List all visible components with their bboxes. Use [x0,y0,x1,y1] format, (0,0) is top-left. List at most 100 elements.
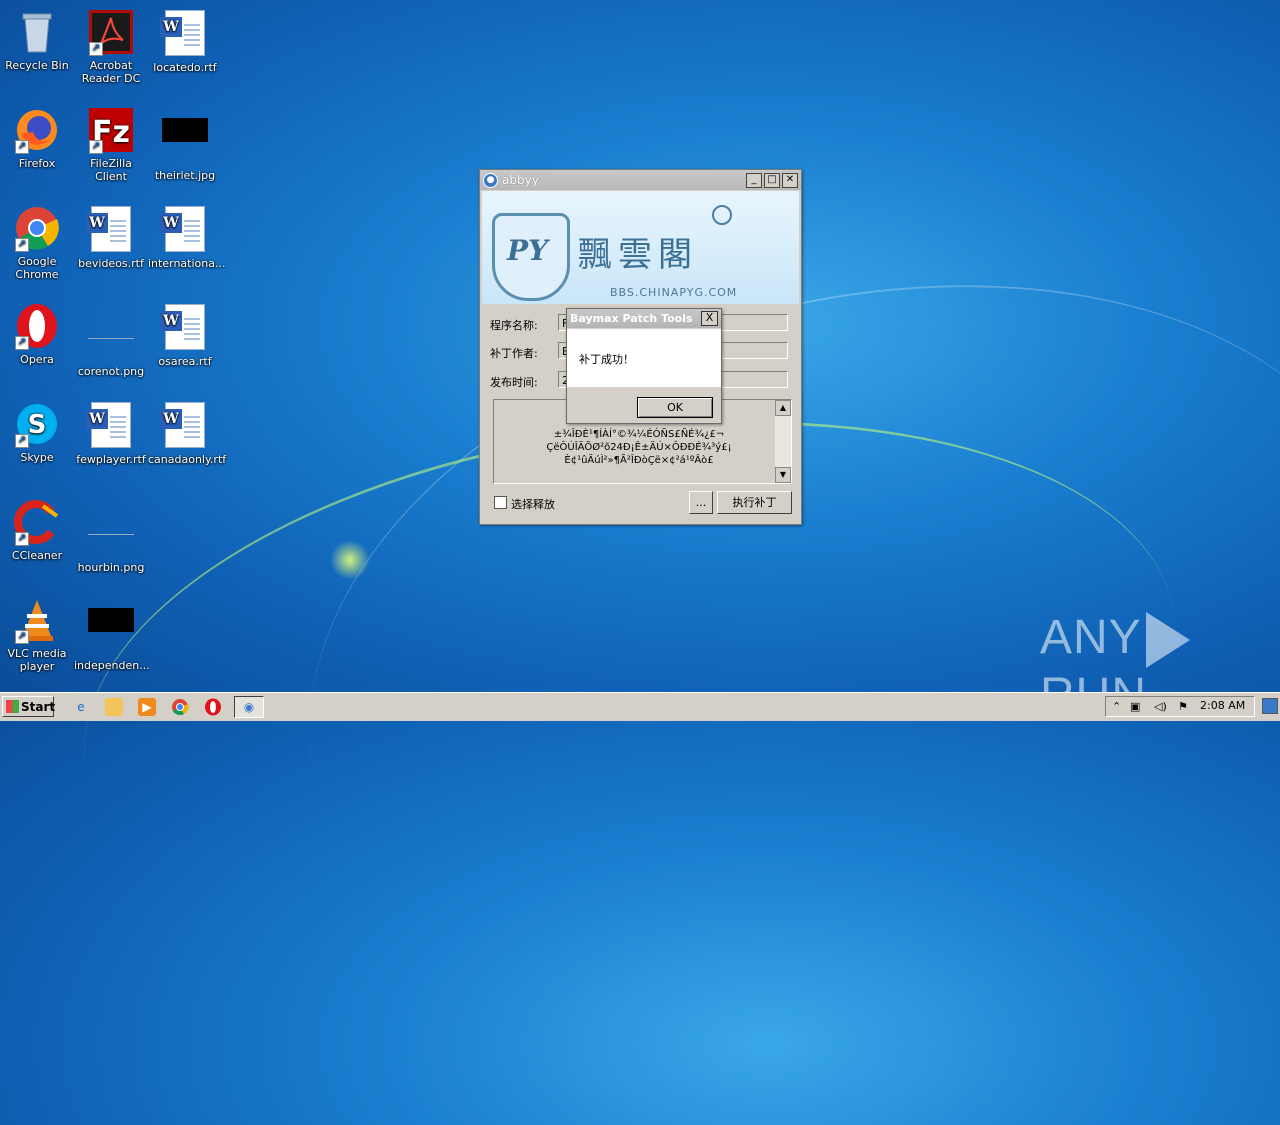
scroll-up-icon[interactable]: ▲ [775,400,791,416]
desktop-icon-label: VLC media player [7,647,67,673]
desktop-icon-label: Firefox [18,157,56,170]
filezilla-icon: Fz ↗ [87,106,135,154]
banner-image: PY 飄雲閣 BBS.CHINAPYG.COM [482,191,799,304]
show-desktop-button[interactable] [1262,698,1278,714]
desktop-icon-internationa[interactable]: W internationa... [148,204,226,270]
folder-icon[interactable] [105,698,123,716]
image-file-icon [87,510,135,558]
vertical-scrollbar[interactable]: ▲ ▼ [775,400,791,483]
execute-patch-button[interactable]: 执行补丁 [717,491,792,514]
desktop-icon-label: internationa... [148,257,226,270]
scroll-down-icon[interactable]: ▼ [775,467,791,483]
desktop-icon-corenot[interactable]: corenot.png [74,302,148,378]
desktop-icon-bevideos[interactable]: W bevideos.rtf [74,204,148,270]
shield-logo: PY [492,213,570,301]
desktop-icon-label: hourbin.png [77,561,145,574]
network-icon[interactable]: ▣ [1130,700,1140,713]
desktop-icon-label: Recycle Bin [5,59,69,72]
acrobat-icon: ↗ [87,8,135,56]
volume-icon[interactable]: ◁) [1154,700,1167,713]
maximize-button[interactable]: □ [764,172,780,188]
vlc-cone-icon: ↗ [13,596,61,644]
media-player-icon[interactable]: ▶ [138,698,156,716]
start-label: Start [21,700,56,714]
extract-checkbox[interactable] [494,496,507,509]
taskbar-clock[interactable]: 2:08 AM [1200,699,1245,712]
shortcut-arrow-icon: ↗ [15,140,29,154]
image-file-icon [87,314,135,362]
message-text: 补丁成功！ [579,353,634,366]
message-box-titlebar[interactable]: Baymax Patch Tools X [567,309,721,328]
desktop-icon-ccleaner[interactable]: ↗ CCleaner [0,498,74,562]
desktop-icon-hourbin[interactable]: hourbin.png [74,498,148,574]
desktop-icon-filezilla[interactable]: Fz ↗ FileZilla Client [74,106,148,183]
message-box: Baymax Patch Tools X 补丁成功！ OK [566,308,722,424]
banner-url: BBS.CHINAPYG.COM [610,286,738,299]
desktop-icon-vlc[interactable]: ↗ VLC media player [0,596,74,673]
shortcut-arrow-icon: ↗ [15,434,29,448]
shortcut-arrow-icon: ↗ [89,140,103,154]
desktop-icon-label: canadaonly.rtf [148,453,227,466]
desktop-icon-locatedo[interactable]: W locatedo.rtf [148,8,222,74]
desktop-icon-theirlet[interactable]: theirlet.jpg [148,106,222,182]
info-line: ±¾ÎÐÈ¹¶ÍÀÍ°©¾¼ÉÓÑS£ÑÉ¾¿£¬ [553,429,725,440]
taskbar: Start e ▶ ◉ ⌃ ▣ ◁) ⚑ [0,692,1280,721]
desktop-icon-label: Acrobat Reader DC [81,59,141,85]
word-document-icon: W [160,10,209,58]
watermark-left-text: ANY [1040,611,1142,664]
shortcut-arrow-icon: ↗ [15,630,29,644]
word-document-icon: W [86,402,135,450]
recycle-bin-icon [13,8,61,56]
desktop-icon-firefox[interactable]: ↗ Firefox [0,106,74,170]
shortcut-arrow-icon: ↗ [15,336,29,350]
wallpaper-glow [330,540,370,580]
window-titlebar[interactable]: ● abbyy _ □ ✕ [480,170,801,190]
ok-button[interactable]: OK [637,397,713,418]
browse-button[interactable]: ... [689,491,713,514]
desktop-icon-label: osarea.rtf [158,355,212,368]
app-icon: ◉ [243,700,255,714]
window-title: abbyy [502,173,539,187]
desktop-icon-label: Opera [20,353,54,366]
desktop-icon-acrobat[interactable]: ↗ Acrobat Reader DC [74,8,148,85]
message-box-title: Baymax Patch Tools [570,312,693,325]
taskbar-item-abbyy[interactable]: ◉ [234,696,264,718]
ie-icon[interactable]: e [72,698,90,716]
svg-text:S: S [28,410,47,440]
show-hidden-icons-icon[interactable]: ⌃ [1112,700,1121,713]
windows-logo-icon [6,700,19,713]
logo-text: PY [507,234,549,267]
desktop-icon-independen[interactable]: independen... [74,596,150,672]
desktop-icon-recycle-bin[interactable]: Recycle Bin [0,8,74,72]
ccleaner-icon: ↗ [13,498,61,546]
word-document-icon: W [86,206,135,254]
start-button[interactable]: Start [2,696,56,717]
skype-icon: S ↗ [13,400,61,448]
desktop-icon-label: FileZilla Client [90,157,132,183]
extract-checkbox-label: 选择释放 [511,498,555,511]
shortcut-arrow-icon: ↗ [89,42,103,56]
desktop-icon-osarea[interactable]: W osarea.rtf [148,302,222,368]
desktop-icon-canadaonly[interactable]: W canadaonly.rtf [148,400,227,466]
message-box-body: 补丁成功！ [567,329,721,387]
flag-icon[interactable]: ⚑ [1178,700,1188,713]
app-icon: ● [483,172,498,188]
message-box-close-button[interactable]: X [701,311,718,326]
chrome-taskbar-icon[interactable] [171,698,189,716]
opera-taskbar-icon[interactable] [204,698,222,716]
info-line: ÇëÔÚÎÄÕØ²õ24Ð¡Ê±ÄÚ×ÔÐÐÉ¾³ý£¡ [546,442,732,453]
desktop-icon-opera[interactable]: ↗ Opera [0,302,74,366]
desktop-icon-label: theirlet.jpg [154,169,216,182]
desktop-icon-skype[interactable]: S ↗ Skype [0,400,74,464]
close-button[interactable]: ✕ [782,172,798,188]
desktop-icon-fewplayer[interactable]: W fewplayer.rtf [74,400,148,466]
sun-icon [712,205,732,225]
opera-icon: ↗ [13,302,61,350]
desktop-icon-label: bevideos.rtf [78,257,144,270]
chrome-icon: ↗ [13,204,61,252]
minimize-button[interactable]: _ [746,172,762,188]
image-file-icon [87,608,135,656]
banner-title: 飄雲閣 [578,235,698,275]
desktop-icon-chrome[interactable]: ↗ Google Chrome [0,204,74,281]
word-document-icon: W [160,304,209,352]
